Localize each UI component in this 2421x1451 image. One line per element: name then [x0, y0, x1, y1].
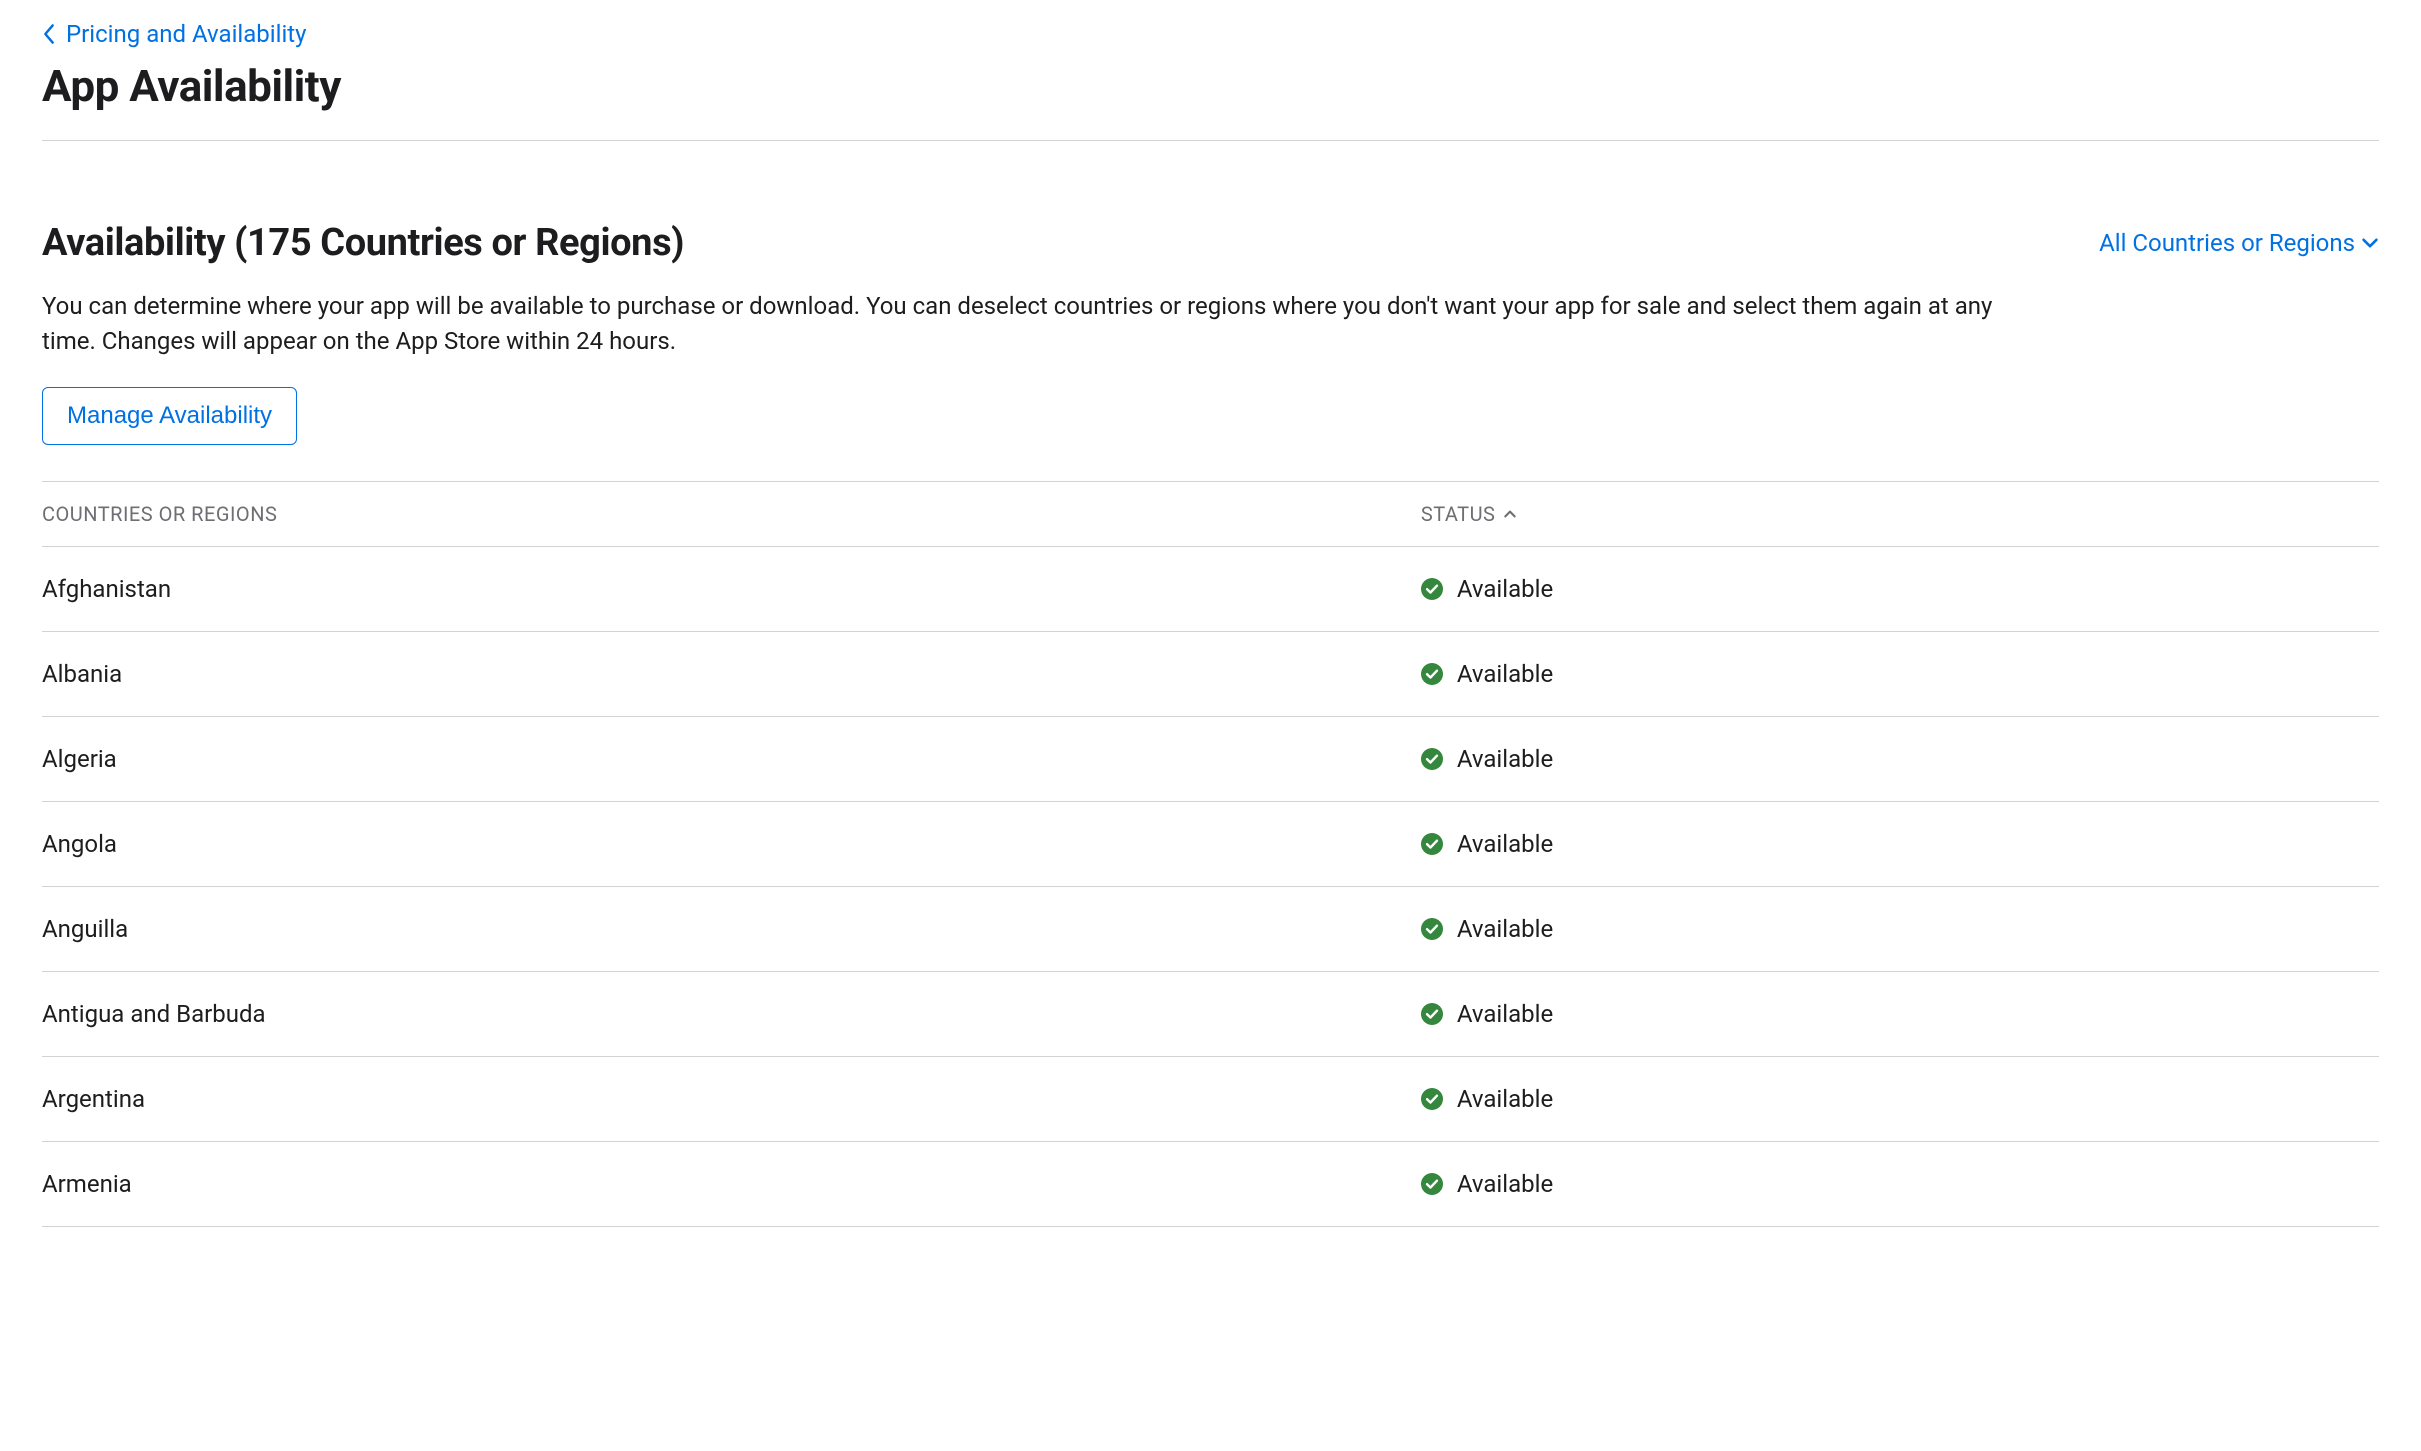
page-title: App Availability	[42, 60, 2379, 112]
status-label: Available	[1457, 915, 1553, 943]
status-cell: Available	[1421, 745, 2379, 773]
country-cell: Argentina	[42, 1085, 1421, 1113]
status-cell: Available	[1421, 575, 2379, 603]
status-label: Available	[1457, 660, 1553, 688]
table-row: Argentina Available	[42, 1057, 2379, 1142]
check-circle-icon	[1421, 663, 1443, 685]
country-cell: Angola	[42, 830, 1421, 858]
column-header-status[interactable]: STATUS	[1421, 502, 2379, 526]
check-circle-icon	[1421, 1003, 1443, 1025]
table-row: Antigua and Barbuda Available	[42, 972, 2379, 1057]
column-header-status-label: STATUS	[1421, 502, 1496, 526]
filter-dropdown-label: All Countries or Regions	[2099, 229, 2355, 257]
status-cell: Available	[1421, 830, 2379, 858]
table-row: Afghanistan Available	[42, 547, 2379, 632]
table-row: Angola Available	[42, 802, 2379, 887]
filter-dropdown[interactable]: All Countries or Regions	[2099, 229, 2379, 257]
country-cell: Afghanistan	[42, 575, 1421, 603]
check-circle-icon	[1421, 1173, 1443, 1195]
header-divider	[42, 140, 2379, 141]
status-label: Available	[1457, 1000, 1553, 1028]
status-label: Available	[1457, 830, 1553, 858]
table-row: Algeria Available	[42, 717, 2379, 802]
country-cell: Armenia	[42, 1170, 1421, 1198]
availability-table: COUNTRIES OR REGIONS STATUS AfghanistanA…	[42, 481, 2379, 1227]
country-cell: Albania	[42, 660, 1421, 688]
chevron-down-icon	[2361, 237, 2379, 249]
status-label: Available	[1457, 745, 1553, 773]
status-label: Available	[1457, 1085, 1553, 1113]
table-body: AfghanistanAvailableAlbaniaAvailableAlge…	[42, 547, 2379, 1227]
status-cell: Available	[1421, 1000, 2379, 1028]
section-title: Availability (175 Countries or Regions)	[42, 221, 684, 265]
status-cell: Available	[1421, 1170, 2379, 1198]
country-cell: Algeria	[42, 745, 1421, 773]
table-row: Armenia Available	[42, 1142, 2379, 1227]
breadcrumb-parent-link[interactable]: Pricing and Availability	[66, 20, 306, 48]
check-circle-icon	[1421, 748, 1443, 770]
status-cell: Available	[1421, 915, 2379, 943]
column-header-country[interactable]: COUNTRIES OR REGIONS	[42, 502, 1421, 526]
section-description: You can determine where your app will be…	[42, 289, 2002, 359]
check-circle-icon	[1421, 1088, 1443, 1110]
status-label: Available	[1457, 1170, 1553, 1198]
country-cell: Anguilla	[42, 915, 1421, 943]
check-circle-icon	[1421, 833, 1443, 855]
country-cell: Antigua and Barbuda	[42, 1000, 1421, 1028]
manage-availability-button[interactable]: Manage Availability	[42, 387, 297, 445]
chevron-left-icon	[42, 23, 56, 45]
breadcrumb[interactable]: Pricing and Availability	[42, 20, 2379, 48]
status-cell: Available	[1421, 660, 2379, 688]
sort-ascending-icon	[1503, 509, 1517, 519]
status-label: Available	[1457, 575, 1553, 603]
table-header: COUNTRIES OR REGIONS STATUS	[42, 481, 2379, 547]
check-circle-icon	[1421, 918, 1443, 940]
table-row: Anguilla Available	[42, 887, 2379, 972]
section-header: Availability (175 Countries or Regions) …	[42, 221, 2379, 265]
status-cell: Available	[1421, 1085, 2379, 1113]
check-circle-icon	[1421, 578, 1443, 600]
table-row: Albania Available	[42, 632, 2379, 717]
